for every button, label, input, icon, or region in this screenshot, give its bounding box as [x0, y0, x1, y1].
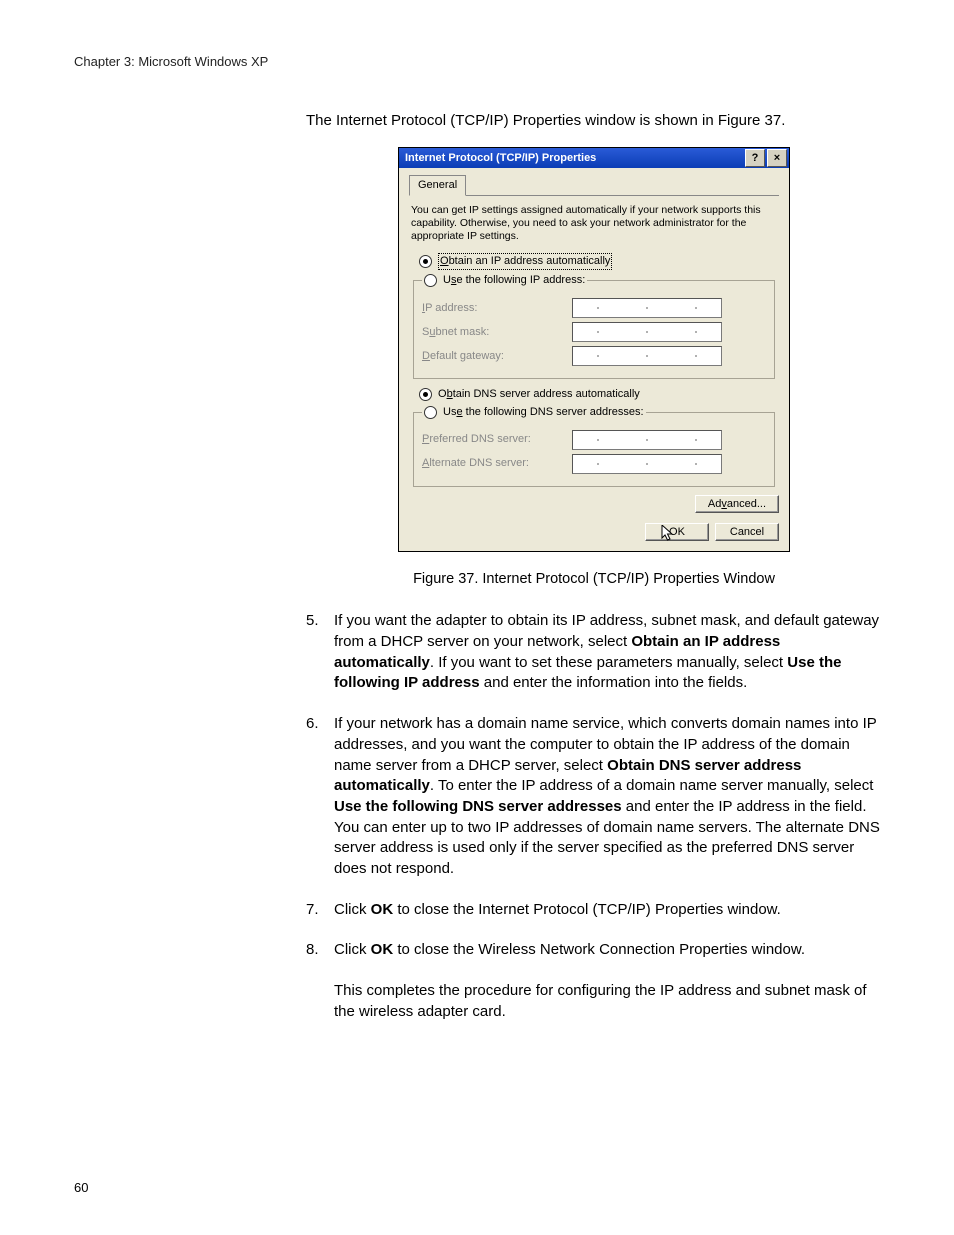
radio-icon	[424, 274, 437, 287]
alternate-dns-label: Alternate DNS server:	[422, 456, 572, 471]
radio-icon	[424, 406, 437, 419]
alternate-dns-input[interactable]	[572, 454, 722, 474]
step-8: 8. Click OK to close the Wireless Networ…	[306, 940, 882, 961]
radio-use-ip[interactable]: Use the following IP address:	[424, 273, 585, 288]
cursor-icon	[661, 525, 675, 543]
subnet-mask-label: Subnet mask:	[422, 325, 572, 340]
radio-obtain-ip-auto[interactable]: Obtain an IP address automatically	[419, 253, 779, 270]
step-5: 5. If you want the adapter to obtain its…	[306, 611, 882, 694]
ip-address-group: Use the following IP address: IP address…	[413, 273, 775, 379]
chapter-header: Chapter 3: Microsoft Windows XP	[74, 54, 884, 69]
ip-address-input[interactable]	[572, 298, 722, 318]
closing-text: This completes the procedure for configu…	[334, 981, 882, 1022]
intro-text: The Internet Protocol (TCP/IP) Propertie…	[306, 111, 882, 131]
page-number: 60	[74, 1180, 88, 1195]
ip-address-label: IP address:	[422, 301, 572, 316]
tab-row: General	[409, 174, 779, 196]
dialog-description: You can get IP settings assigned automat…	[411, 204, 777, 243]
subnet-mask-input[interactable]	[572, 322, 722, 342]
ok-button[interactable]: OK	[645, 523, 709, 541]
radio-icon	[419, 255, 432, 268]
step-7: 7. Click OK to close the Internet Protoc…	[306, 900, 882, 921]
advanced-button[interactable]: Advanced...	[695, 495, 779, 513]
close-button[interactable]: ×	[767, 149, 787, 167]
default-gateway-label: Default gateway:	[422, 349, 572, 364]
dialog-titlebar: Internet Protocol (TCP/IP) Properties ? …	[399, 148, 789, 168]
cancel-button[interactable]: Cancel	[715, 523, 779, 541]
figure-caption: Figure 37. Internet Protocol (TCP/IP) Pr…	[306, 570, 882, 590]
tab-general[interactable]: General	[409, 175, 466, 196]
step-6: 6. If your network has a domain name ser…	[306, 714, 882, 880]
dialog-title: Internet Protocol (TCP/IP) Properties	[405, 151, 596, 166]
dns-server-group: Use the following DNS server addresses: …	[413, 405, 775, 487]
default-gateway-input[interactable]	[572, 346, 722, 366]
preferred-dns-input[interactable]	[572, 430, 722, 450]
radio-icon	[419, 388, 432, 401]
tcpip-properties-dialog: Internet Protocol (TCP/IP) Properties ? …	[398, 147, 790, 552]
help-button[interactable]: ?	[745, 149, 765, 167]
preferred-dns-label: Preferred DNS server:	[422, 432, 572, 447]
radio-obtain-dns-auto[interactable]: Obtain DNS server address automatically	[419, 387, 779, 402]
radio-use-dns[interactable]: Use the following DNS server addresses:	[424, 405, 644, 420]
